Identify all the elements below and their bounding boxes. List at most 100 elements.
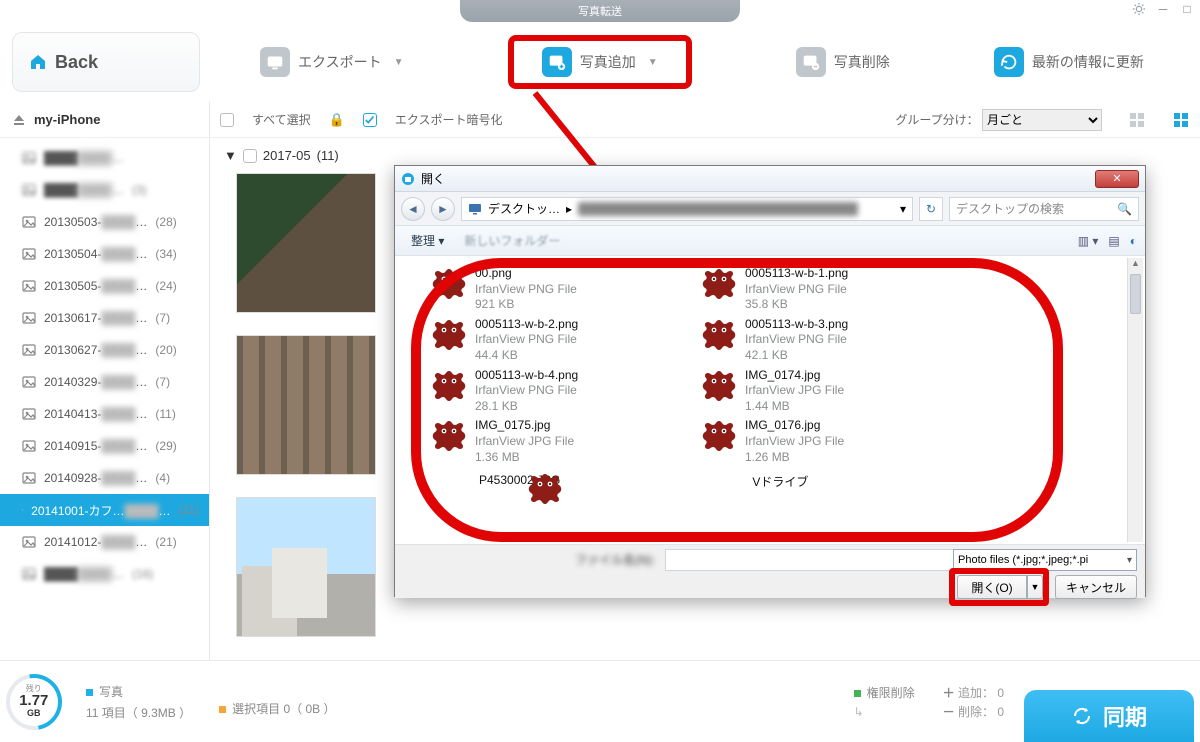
- add-count: 0: [997, 686, 1004, 700]
- perm-label: 権限削除: [867, 686, 915, 700]
- sidebar-item-label: 20141001-カフ…████…: [31, 502, 170, 519]
- file-item[interactable]: IMG_0176.jpgIrfanView JPG File1.26 MB: [701, 418, 971, 465]
- file-item[interactable]: 0005113-w-b-1.pngIrfanView PNG File35.8 …: [701, 266, 971, 313]
- file-name: 0005113-w-b-3.png: [745, 317, 848, 333]
- sidebar-item-count: (4): [155, 471, 170, 485]
- group-label: グループ分け：: [895, 113, 978, 127]
- search-placeholder: デスクトップの検索: [956, 200, 1064, 217]
- selection-count: 選択項目 0（ 0B ）: [232, 702, 335, 716]
- organize-button[interactable]: 整理 ▾: [403, 230, 452, 251]
- open-dropdown[interactable]: ▼: [1027, 575, 1043, 599]
- sidebar-item[interactable]: 20130505-████… (24): [0, 270, 209, 302]
- open-button[interactable]: 開く(O): [957, 575, 1027, 599]
- sidebar-item[interactable]: ████████… (16): [0, 558, 209, 590]
- nav-refresh-button[interactable]: ↻: [919, 197, 943, 221]
- file-size: 1.26 MB: [745, 450, 844, 466]
- preview-pane-button[interactable]: ▤: [1108, 234, 1119, 248]
- refresh-button[interactable]: 最新の情報に更新: [994, 47, 1144, 77]
- address-segment: デスクトッ…: [488, 200, 560, 217]
- cancel-button[interactable]: キャンセル: [1055, 575, 1137, 599]
- group-select[interactable]: 月ごと: [982, 109, 1102, 131]
- sidebar-item-label: 20141012-████…: [44, 535, 147, 549]
- add-photo-button[interactable]: 写真追加 ▼: [542, 47, 658, 77]
- sync-button[interactable]: 同期: [1024, 690, 1194, 742]
- settings-gear-icon[interactable]: [1132, 2, 1146, 16]
- sidebar-item[interactable]: 20130503-████… (28): [0, 206, 209, 238]
- file-size: 921 KB: [475, 297, 577, 313]
- file-item[interactable]: IMG_0174.jpgIrfanView JPG File1.44 MB: [701, 368, 971, 415]
- address-blurred: [578, 202, 858, 216]
- view-grid-icon[interactable]: [1128, 111, 1146, 129]
- filetype-combo[interactable]: Photo files (*.jpg;*.jpeg;*.pi: [953, 549, 1137, 571]
- file-item[interactable]: 0005113-w-b-3.pngIrfanView PNG File42.1 …: [701, 317, 971, 364]
- file-item[interactable]: 00.pngIrfanView PNG File921 KB: [431, 266, 701, 313]
- sidebar-item-label: ████████…: [44, 151, 124, 165]
- file-size: 44.4 KB: [475, 348, 578, 364]
- new-folder-button[interactable]: 新しいフォルダー: [464, 232, 560, 249]
- annotation-highlight-add: 写真追加 ▼: [508, 35, 692, 89]
- photo-thumbnail[interactable]: [236, 497, 376, 637]
- perm-arrow-icon: ↳: [854, 705, 915, 719]
- sidebar-item[interactable]: ████████…: [0, 142, 209, 174]
- sidebar-item[interactable]: 20130504-████… (34): [0, 238, 209, 270]
- file-icon: [701, 368, 737, 404]
- chevron-down-icon: ▼: [394, 57, 404, 68]
- sidebar-item[interactable]: 20130627-████… (20): [0, 334, 209, 366]
- sidebar-item-label: 20130505-████…: [44, 279, 147, 293]
- photo-thumbnail[interactable]: [236, 335, 376, 475]
- window-minimize-icon[interactable]: ─: [1156, 2, 1170, 16]
- legend-dot-photos: [86, 689, 93, 696]
- sidebar-item-count: (3): [132, 183, 147, 197]
- window-maximize-icon[interactable]: □: [1180, 2, 1194, 16]
- sidebar-item[interactable]: 20140928-████… (4): [0, 462, 209, 494]
- encrypt-checkbox[interactable]: [363, 113, 377, 127]
- export-button[interactable]: エクスポート ▼: [260, 47, 404, 77]
- sidebar-item[interactable]: 20130617-████… (7): [0, 302, 209, 334]
- lock-icon: 🔒: [329, 112, 345, 128]
- sidebar-item[interactable]: 20141012-████… (21): [0, 526, 209, 558]
- back-button[interactable]: Back: [12, 32, 200, 92]
- file-name: IMG_0174.jpg: [745, 368, 844, 384]
- file-size: 28.1 KB: [475, 399, 578, 415]
- dialog-close-button[interactable]: ✕: [1095, 170, 1139, 188]
- file-name: IMG_0175.jpg: [475, 418, 574, 434]
- sidebar-item[interactable]: 20140329-████… (7): [0, 366, 209, 398]
- app-icon: [401, 172, 415, 186]
- file-icon: [527, 471, 547, 491]
- file-name: 0005113-w-b-4.png: [475, 368, 578, 384]
- device-name: my-iPhone: [34, 112, 100, 127]
- sidebar-item-label: ████████…: [44, 183, 124, 197]
- search-icon: 🔍: [1117, 202, 1132, 216]
- select-all-checkbox[interactable]: [220, 113, 234, 127]
- nav-back-button[interactable]: ◄: [401, 197, 425, 221]
- nav-forward-button[interactable]: ►: [431, 197, 455, 221]
- sidebar: my-iPhone ████████… ████████… (3)2013050…: [0, 102, 210, 660]
- sidebar-item-count: (28): [155, 215, 176, 229]
- photo-thumbnail[interactable]: [236, 173, 376, 313]
- chevron-down-icon: ▼: [648, 57, 658, 68]
- export-label: エクスポート: [298, 52, 382, 72]
- delete-photo-icon: [796, 47, 826, 77]
- sidebar-item[interactable]: ████████… (3): [0, 174, 209, 206]
- file-item[interactable]: 0005113-w-b-4.pngIrfanView PNG File28.1 …: [431, 368, 701, 415]
- file-name[interactable]: Vドライブ: [752, 473, 808, 490]
- sidebar-item-label: 20130627-████…: [44, 343, 147, 357]
- address-bar[interactable]: デスクトッ…▸ ▾: [461, 197, 913, 221]
- file-type: IrfanView JPG File: [745, 434, 844, 450]
- view-mode-button[interactable]: ▥ ▾: [1078, 234, 1099, 248]
- view-grid-active-icon[interactable]: [1172, 111, 1190, 129]
- sidebar-item[interactable]: 20140413-████… (11): [0, 398, 209, 430]
- dialog-search-input[interactable]: デスクトップの検索 🔍: [949, 197, 1139, 221]
- dialog-scrollbar[interactable]: ▲: [1127, 258, 1143, 542]
- file-item[interactable]: 0005113-w-b-2.pngIrfanView PNG File44.4 …: [431, 317, 701, 364]
- group-checkbox[interactable]: [243, 149, 257, 163]
- sidebar-item-count: (20): [155, 343, 176, 357]
- device-header[interactable]: my-iPhone: [0, 102, 209, 138]
- sidebar-item[interactable]: 20141001-カフ…████… (11): [0, 494, 209, 526]
- sidebar-item[interactable]: 20140915-████… (29): [0, 430, 209, 462]
- delete-photo-button[interactable]: 写真削除: [796, 47, 890, 77]
- help-button[interactable]: ◐: [1130, 234, 1137, 248]
- file-name: 0005113-w-b-2.png: [475, 317, 578, 333]
- sidebar-item-count: (34): [155, 247, 176, 261]
- file-item[interactable]: IMG_0175.jpgIrfanView JPG File1.36 MB: [431, 418, 701, 465]
